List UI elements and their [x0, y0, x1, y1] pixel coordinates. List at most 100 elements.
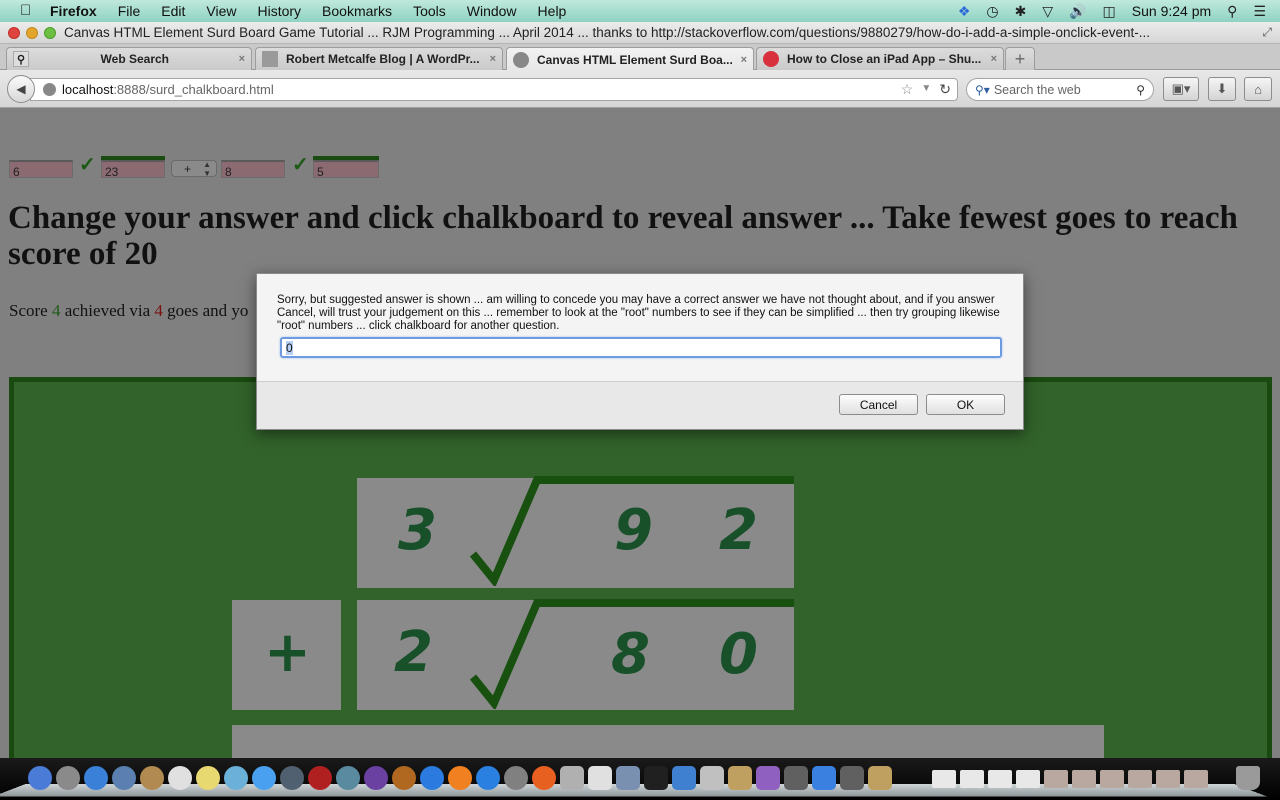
close-window-button[interactable]	[8, 26, 20, 39]
dock-minimized-window-icon[interactable]	[960, 770, 984, 788]
dock-app-photo-booth-icon[interactable]	[308, 766, 332, 790]
menu-window[interactable]: Window	[467, 3, 517, 19]
dock-app-window2-icon[interactable]	[840, 766, 864, 790]
dock-minimized-window-icon[interactable]	[988, 770, 1012, 788]
menu-edit[interactable]: Edit	[161, 3, 185, 19]
dock-minimized-window-icon[interactable]	[1044, 770, 1068, 788]
coefficient-1-input[interactable]: 6	[9, 160, 73, 179]
notification-center-icon[interactable]: ☰	[1253, 3, 1266, 20]
close-tab-icon[interactable]: ×	[991, 53, 997, 65]
dialog-answer-input[interactable]: 0	[280, 337, 1002, 358]
menu-bookmarks[interactable]: Bookmarks	[322, 3, 392, 19]
close-tab-icon[interactable]: ×	[741, 54, 747, 66]
window-title: Canvas HTML Element Surd Board Game Tuto…	[64, 25, 1150, 40]
site-identity-icon[interactable]	[43, 83, 56, 96]
battery-icon[interactable]: ◫	[1103, 3, 1116, 20]
search-placeholder: Search the web	[993, 82, 1081, 97]
dock-app-iphoto-icon[interactable]	[336, 766, 360, 790]
home-button[interactable]: ⌂	[1244, 77, 1272, 101]
search-go-icon[interactable]: ⚲	[1136, 83, 1145, 97]
history-dropdown-icon[interactable]: ▼	[921, 81, 931, 98]
bookmark-star-icon[interactable]: ☆	[901, 81, 914, 98]
fullscreen-icon[interactable]: ⤢	[1262, 25, 1272, 40]
menu-app[interactable]: Firefox	[50, 3, 97, 19]
dock-app-safari-icon[interactable]	[84, 766, 108, 790]
menu-history[interactable]: History	[257, 3, 301, 19]
dock-app-preview2-icon[interactable]	[616, 766, 640, 790]
dock-app-seashore-icon[interactable]	[756, 766, 780, 790]
ok-button[interactable]: OK	[926, 394, 1005, 415]
dock-minimized-window-icon[interactable]	[1184, 770, 1208, 788]
search-icon: ⚲	[13, 51, 29, 67]
close-tab-icon[interactable]: ×	[239, 53, 245, 65]
dock-app-imovie-icon[interactable]	[364, 766, 388, 790]
dock-app-finder-icon[interactable]	[28, 766, 52, 790]
operator-select[interactable]: + ▲ ▼	[171, 160, 217, 178]
menu-file[interactable]: File	[118, 3, 141, 19]
dock-minimized-window-icon[interactable]	[1156, 770, 1180, 788]
menu-tools[interactable]: Tools	[413, 3, 446, 19]
dock-app-firefox-icon[interactable]	[532, 766, 556, 790]
coefficient-2-input[interactable]: 8	[221, 160, 285, 179]
clock[interactable]: Sun 9:24 pm	[1132, 3, 1211, 19]
dock-app-ibooks-icon[interactable]	[448, 766, 472, 790]
chalkboard[interactable]: 3 9 2 + 2 8 0	[9, 377, 1272, 758]
radicand-2-input[interactable]: 5	[313, 160, 379, 179]
dock-app-terminal-icon[interactable]	[644, 766, 668, 790]
spotlight-icon[interactable]: ⚲	[1227, 3, 1237, 20]
dropbox-icon[interactable]: ❖	[958, 3, 971, 20]
dock-app-contacts-icon[interactable]	[140, 766, 164, 790]
menu-view[interactable]: View	[206, 3, 236, 19]
bluetooth-icon[interactable]: ✱	[1015, 3, 1027, 20]
dock-app-preview-icon[interactable]	[112, 766, 136, 790]
dock-app-notes-icon[interactable]	[196, 766, 220, 790]
dock-app-xcode-icon[interactable]	[812, 766, 836, 790]
dock-app-thunderbird-icon[interactable]	[700, 766, 724, 790]
downloads-button[interactable]: ⬇	[1208, 77, 1236, 101]
wifi-icon[interactable]: ▽	[1042, 3, 1053, 20]
menu-help[interactable]: Help	[538, 3, 567, 19]
dock-app-filemaker-icon[interactable]	[728, 766, 752, 790]
search-input[interactable]: ⚲▾ Search the web ⚲	[966, 78, 1154, 101]
zoom-window-button[interactable]	[44, 26, 56, 39]
reload-icon[interactable]: ↻	[939, 81, 951, 98]
dock-app-system-preferences-icon[interactable]	[504, 766, 528, 790]
dock-app-messages-icon[interactable]	[252, 766, 276, 790]
close-tab-icon[interactable]: ×	[490, 53, 496, 65]
tab-canvas-surd[interactable]: Canvas HTML Element Surd Boa... ×	[506, 47, 754, 71]
dock-app-facetime-icon[interactable]	[280, 766, 304, 790]
dock-minimized-window-icon[interactable]	[1100, 770, 1124, 788]
dock-app-script-editor-icon[interactable]	[560, 766, 584, 790]
back-button[interactable]: ◀	[7, 75, 35, 103]
dock-app-calendar-icon[interactable]	[168, 766, 192, 790]
new-tab-button[interactable]: +	[1005, 47, 1035, 70]
cancel-button[interactable]: Cancel	[839, 394, 918, 415]
dock-app-itunes-icon[interactable]	[420, 766, 444, 790]
dock-app-fetch-icon[interactable]	[672, 766, 696, 790]
url-bar[interactable]: localhost:8888/surd_chalkboard.html ☆ ▼ …	[30, 78, 958, 101]
dock-minimized-window-icon[interactable]	[1128, 770, 1152, 788]
apple-menu-icon[interactable]: 	[20, 3, 38, 19]
dock-app-launchpad-icon[interactable]	[56, 766, 80, 790]
tab-blog[interactable]: Robert Metcalfe Blog | A WordPr... ×	[255, 47, 503, 70]
url-path: :8888/surd_chalkboard.html	[113, 82, 274, 97]
minimize-window-button[interactable]	[26, 26, 38, 39]
dock-app-textedit-icon[interactable]	[588, 766, 612, 790]
time-machine-icon[interactable]: ◷	[986, 3, 998, 20]
volume-icon[interactable]: 🔊	[1069, 3, 1086, 20]
tab-web-search[interactable]: ⚲ Web Search ×	[6, 47, 252, 70]
dock-app-window-icon[interactable]	[784, 766, 808, 790]
dock-minimized-window-icon[interactable]	[1016, 770, 1040, 788]
bookmarks-menu-button[interactable]: ▣▾	[1163, 77, 1199, 101]
tab-ipad-app[interactable]: How to Close an iPad App – Shu... ×	[756, 47, 1004, 70]
dock-minimized-window-icon[interactable]	[1072, 770, 1096, 788]
dock-app-seashore2-icon[interactable]	[868, 766, 892, 790]
search-engine-icon[interactable]: ⚲▾	[975, 83, 990, 97]
radicand-1-input[interactable]: 23	[101, 160, 165, 179]
dock-app-app-store-icon[interactable]	[476, 766, 500, 790]
dock-minimized-window-icon[interactable]	[932, 770, 956, 788]
home-icon: ⌂	[1254, 81, 1262, 97]
trash-icon[interactable]	[1236, 766, 1260, 790]
dock-app-maps-icon[interactable]	[224, 766, 248, 790]
dock-app-garageband-icon[interactable]	[392, 766, 416, 790]
